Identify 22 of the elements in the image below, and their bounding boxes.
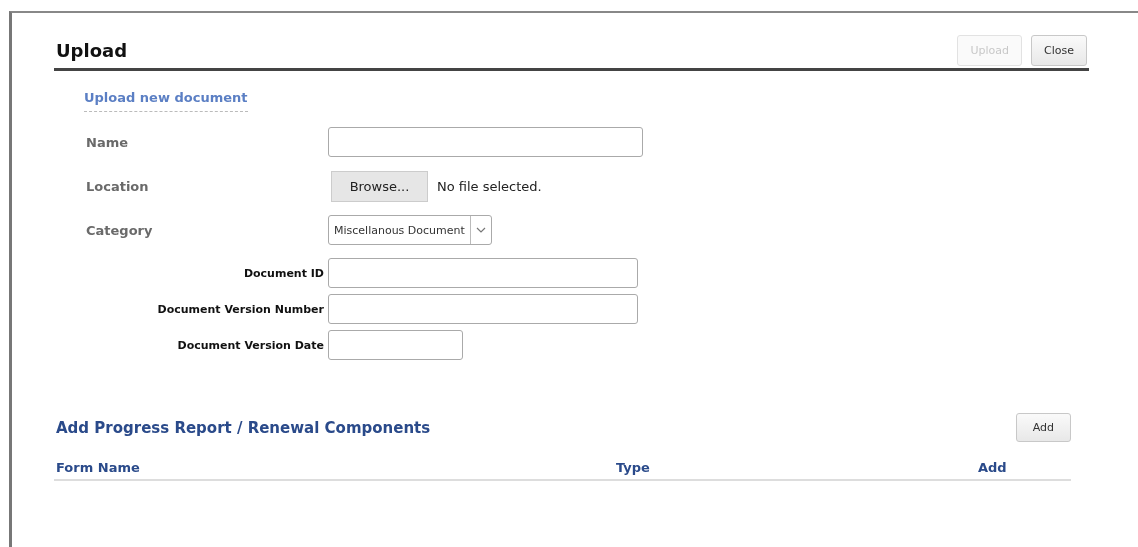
browse-button[interactable]: Browse...	[331, 170, 428, 202]
column-header: Form Name	[55, 460, 141, 475]
file-status: No file selected.	[437, 178, 542, 194]
field-label: Document ID	[242, 266, 325, 280]
input-field[interactable]	[328, 294, 638, 324]
name-field[interactable]	[328, 127, 643, 157]
input-field[interactable]	[328, 330, 463, 360]
category-dropdown[interactable]: Miscellanous Document	[328, 215, 492, 245]
field-label: Document Version Number	[156, 302, 325, 316]
column-header: Type	[616, 460, 651, 475]
add-button[interactable]: Add	[1015, 413, 1071, 442]
field-label: Location	[86, 178, 150, 194]
input-field[interactable]	[328, 258, 638, 288]
section-title: Upload new document	[84, 90, 248, 112]
dialog-button[interactable]: Close	[1031, 35, 1087, 66]
field-label: Category	[86, 222, 154, 238]
dialog-title: Upload	[55, 40, 128, 61]
column-header: Add	[978, 460, 1007, 475]
field-label: Name	[86, 134, 129, 150]
chevron-down-icon	[475, 227, 486, 233]
section-title: Add Progress Report / Renewal Components	[55, 418, 431, 437]
field-label: Document Version Date	[176, 338, 325, 352]
